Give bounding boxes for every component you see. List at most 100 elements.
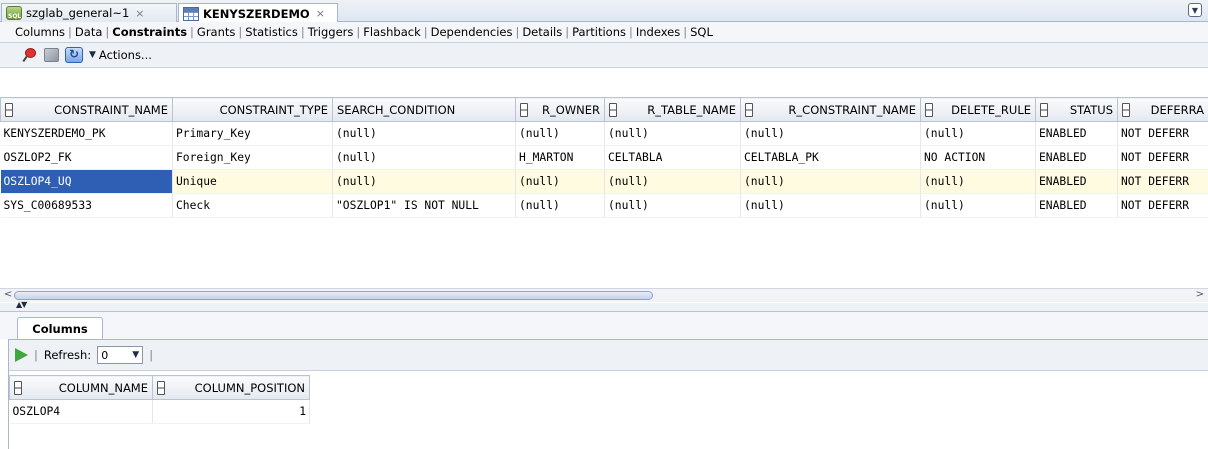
cell[interactable]: NOT DEFERR (1117, 169, 1208, 194)
tab-dependencies[interactable]: Dependencies (429, 25, 515, 39)
cell[interactable]: (null) (515, 169, 605, 194)
sort-icon[interactable] (157, 380, 165, 395)
splitter-arrows-icon[interactable]: ▲▼ (16, 300, 27, 309)
table-row[interactable]: OSZLOP2_FK Foreign_Key (null) H_MARTON C… (0, 145, 1208, 170)
cell[interactable]: OSZLOP4 (9, 399, 153, 424)
edit-icon[interactable] (44, 48, 59, 62)
tab-kenyszerdemo[interactable]: KENYSZERDEMO × (178, 3, 338, 23)
col-header-deferrable[interactable]: DEFERRA (1117, 97, 1208, 122)
table-row-selected[interactable]: OSZLOP4_UQ Unique (null) (null) (null) (… (0, 169, 1208, 194)
cell[interactable]: (null) (332, 121, 516, 146)
cell[interactable]: ENABLED (1035, 193, 1118, 218)
table-row[interactable]: KENYSZERDEMO_PK Primary_Key (null) (null… (0, 121, 1208, 146)
tab-grants[interactable]: Grants (195, 25, 237, 39)
cell[interactable]: (null) (604, 169, 741, 194)
cell[interactable]: (null) (740, 121, 921, 146)
close-icon[interactable]: × (316, 7, 325, 20)
header-row: COLUMN_NAME COLUMN_POSITION (9, 375, 310, 400)
tab-details[interactable]: Details (520, 25, 564, 39)
tab-statistics[interactable]: Statistics (243, 25, 300, 39)
tab-columns-detail[interactable]: Columns (17, 317, 103, 339)
cell[interactable]: Foreign_Key (172, 145, 333, 170)
col-header-r-owner[interactable]: R_OWNER (515, 97, 605, 122)
cell[interactable]: (null) (515, 121, 605, 146)
tab-label: szglab_general~1 (26, 6, 130, 20)
pin-icon[interactable] (22, 47, 38, 63)
sort-icon[interactable] (14, 380, 22, 395)
tab-flashback[interactable]: Flashback (361, 25, 422, 39)
sort-icon[interactable] (925, 102, 933, 117)
header-row: CONSTRAINT_NAME CONSTRAINT_TYPE SEARCH_C… (0, 97, 1208, 122)
run-icon[interactable] (15, 348, 28, 362)
cell[interactable]: (null) (604, 193, 741, 218)
tab-indexes[interactable]: Indexes (634, 25, 682, 39)
cell[interactable]: NO ACTION (920, 145, 1036, 170)
table-row[interactable]: OSZLOP4 1 (9, 399, 310, 424)
cell[interactable]: (null) (920, 169, 1036, 194)
col-header-constraint-name[interactable]: CONSTRAINT_NAME (0, 97, 173, 122)
tab-data[interactable]: Data (73, 25, 104, 39)
cell[interactable]: (null) (920, 193, 1036, 218)
cell[interactable]: (null) (740, 169, 921, 194)
cell[interactable]: (null) (920, 121, 1036, 146)
cell[interactable]: ENABLED (1035, 169, 1118, 194)
col-header-constraint-type[interactable]: CONSTRAINT_TYPE (172, 97, 333, 122)
document-tab-bar: szglab_general~1 × KENYSZERDEMO × ▼ (0, 0, 1208, 23)
tab-sql[interactable]: SQL (688, 25, 715, 39)
tab-columns[interactable]: Columns (13, 25, 67, 39)
cell[interactable]: KENYSZERDEMO_PK (0, 121, 173, 146)
tab-szglab-general[interactable]: szglab_general~1 × (1, 3, 177, 22)
selected-cell[interactable]: OSZLOP4_UQ (0, 169, 173, 194)
cell[interactable]: SYS_C00689533 (0, 193, 173, 218)
cell[interactable]: NOT DEFERR (1117, 121, 1208, 146)
tab-constraints[interactable]: Constraints (110, 25, 189, 39)
cell[interactable]: (null) (604, 121, 741, 146)
scrollbar-thumb[interactable] (14, 291, 653, 300)
cell[interactable]: H_MARTON (515, 145, 605, 170)
cell[interactable]: Unique (172, 169, 333, 194)
col-header-r-table-name[interactable]: R_TABLE_NAME (604, 97, 741, 122)
cell[interactable]: (null) (332, 145, 516, 170)
cell[interactable]: Check (172, 193, 333, 218)
sort-icon[interactable] (5, 102, 13, 117)
panel-splitter[interactable]: ▲▼ (0, 300, 1208, 312)
sort-icon[interactable] (745, 102, 753, 117)
cell[interactable]: 1 (152, 399, 310, 424)
tab-list-dropdown-icon[interactable]: ▼ (1188, 3, 1202, 17)
cell[interactable]: CELTABLA (604, 145, 741, 170)
cell[interactable]: (null) (332, 169, 516, 194)
refresh-label: Refresh: (43, 348, 92, 362)
sort-icon[interactable] (1122, 102, 1130, 117)
cell[interactable]: "OSZLOP1" IS NOT NULL (332, 193, 516, 218)
cell[interactable]: OSZLOP2_FK (0, 145, 173, 170)
tab-triggers[interactable]: Triggers (306, 25, 356, 39)
sort-icon[interactable] (609, 102, 617, 117)
scroll-right-icon[interactable]: > (1196, 289, 1204, 300)
cell[interactable]: (null) (515, 193, 605, 218)
col-header-search-condition[interactable]: SEARCH_CONDITION (332, 97, 516, 122)
cell[interactable]: (null) (740, 193, 921, 218)
refresh-icon[interactable] (65, 47, 83, 63)
col-header-r-constraint-name[interactable]: R_CONSTRAINT_NAME (740, 97, 921, 122)
object-sub-tabs: Columns | Data | Constraints | Grants | Stat… (0, 22, 1208, 43)
cell[interactable]: ENABLED (1035, 145, 1118, 170)
horizontal-scrollbar[interactable]: < > (0, 288, 1208, 302)
scroll-left-icon[interactable]: < (4, 289, 12, 300)
tab-partitions[interactable]: Partitions (570, 25, 628, 39)
table-row[interactable]: SYS_C00689533 Check "OSZLOP1" IS NOT NUL… (0, 193, 1208, 218)
sort-icon[interactable] (1040, 102, 1048, 117)
cell[interactable]: CELTABLA_PK (740, 145, 921, 170)
sort-icon[interactable] (520, 102, 528, 117)
refresh-interval-select[interactable]: 0 ▼ (97, 346, 144, 364)
col-header-delete-rule[interactable]: DELETE_RULE (920, 97, 1036, 122)
col-header-column-name[interactable]: COLUMN_NAME (9, 375, 153, 400)
close-icon[interactable]: × (135, 7, 144, 20)
col-header-column-position[interactable]: COLUMN_POSITION (152, 375, 310, 400)
constraints-toolbar: ▼ Actions... (0, 43, 1208, 68)
cell[interactable]: Primary_Key (172, 121, 333, 146)
cell[interactable]: NOT DEFERR (1117, 145, 1208, 170)
col-header-status[interactable]: STATUS (1035, 97, 1118, 122)
cell[interactable]: NOT DEFERR (1117, 193, 1208, 218)
cell[interactable]: ENABLED (1035, 121, 1118, 146)
actions-menu[interactable]: ▼ Actions... (89, 48, 152, 62)
